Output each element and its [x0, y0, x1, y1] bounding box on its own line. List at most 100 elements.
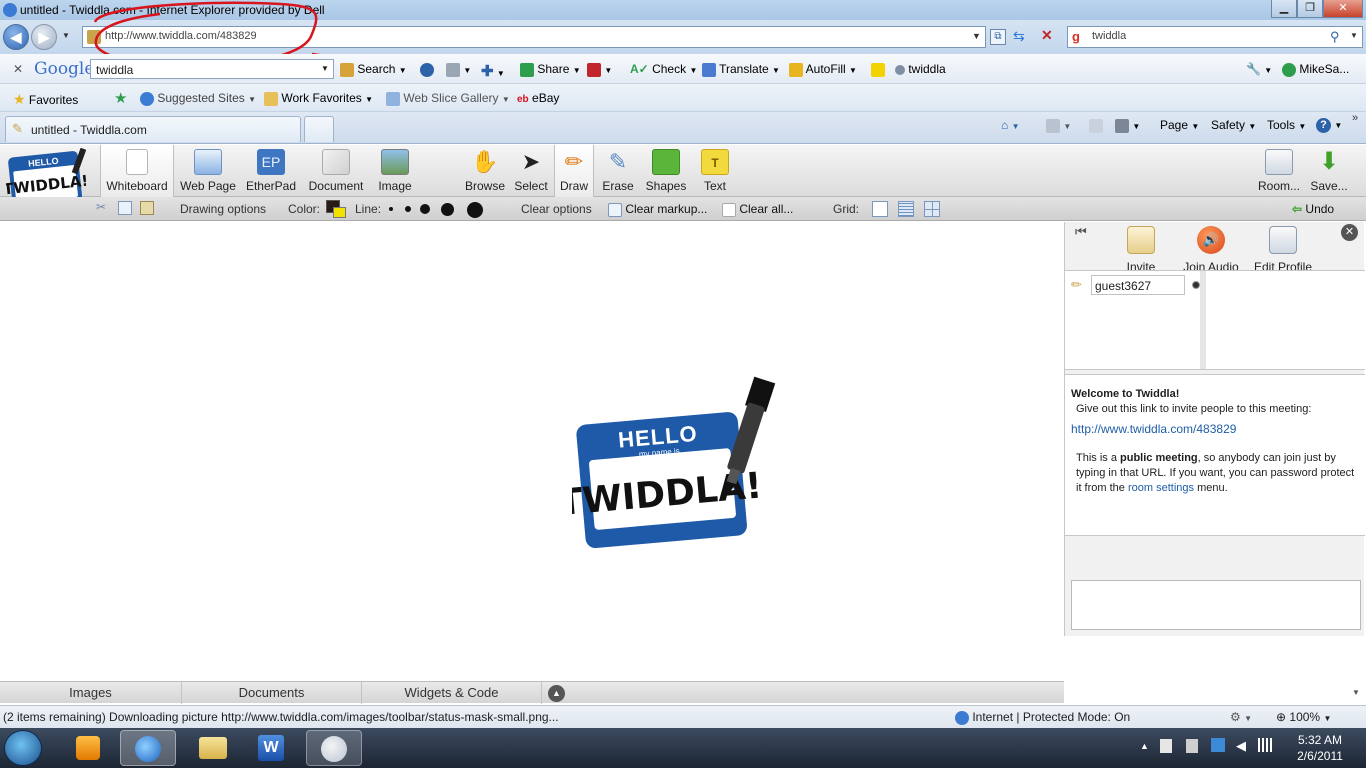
device-icon[interactable]: [1186, 739, 1198, 753]
plus-button[interactable]: ✚ ▼: [481, 62, 505, 80]
close-panel-icon[interactable]: ✕: [1341, 224, 1358, 241]
restore-button[interactable]: ❐: [1297, 0, 1323, 18]
recent-pages-dropdown-icon[interactable]: ▼: [62, 31, 70, 40]
edit-profile-button[interactable]: Edit Profile: [1251, 226, 1315, 274]
taskbar-media-player[interactable]: [60, 730, 116, 766]
line-width-1[interactable]: [389, 207, 393, 211]
zoom-control[interactable]: ⊕ 100% ▼: [1276, 710, 1331, 724]
google-search-button[interactable]: Search ▼: [340, 62, 407, 77]
taskbar-word[interactable]: W: [244, 730, 300, 766]
address-dropdown-icon[interactable]: ▼: [972, 31, 981, 41]
clear-all-button[interactable]: Clear all...: [722, 202, 793, 217]
collapse-panel-icon[interactable]: ⏮: [1075, 224, 1087, 240]
taskbar-internet-explorer[interactable]: [120, 730, 176, 766]
search-icon[interactable]: ⚲: [1330, 29, 1340, 45]
cut-icon[interactable]: ✂: [96, 200, 106, 214]
image-mode-button[interactable]: Image: [370, 145, 420, 197]
save-button[interactable]: ⬇ Save...: [1306, 145, 1352, 197]
fav-suggested-sites[interactable]: Suggested Sites ▼: [140, 91, 256, 106]
close-window-button[interactable]: ✕: [1323, 0, 1363, 18]
line-width-2[interactable]: [405, 206, 411, 212]
read-mail-button[interactable]: [1089, 118, 1103, 133]
check-button[interactable]: A✓ Check ▼: [630, 62, 697, 76]
google-search-dropdown-icon[interactable]: ▼: [321, 64, 329, 73]
taskbar-paint[interactable]: [306, 730, 362, 766]
line-width-5[interactable]: [467, 202, 483, 218]
grid-coarse-icon[interactable]: [924, 201, 940, 217]
undo-button[interactable]: ⇦ Undo: [1292, 202, 1334, 216]
highlight-button[interactable]: [871, 62, 885, 77]
start-button[interactable]: [4, 730, 42, 766]
tools-menu[interactable]: Tools ▼: [1267, 118, 1306, 132]
show-hidden-icons[interactable]: ▲: [1140, 741, 1149, 751]
copy-icon[interactable]: [118, 201, 132, 215]
news-button[interactable]: ▼: [446, 62, 471, 77]
block-popups-button[interactable]: ▼: [587, 62, 612, 77]
document-mode-button[interactable]: Document: [304, 145, 368, 197]
autofill-button[interactable]: AutoFill ▼: [789, 62, 857, 77]
grid-fine-icon[interactable]: [898, 201, 914, 217]
whiteboard-mode-button[interactable]: Whiteboard: [100, 145, 174, 197]
globe-button[interactable]: [420, 62, 434, 77]
page-scrollbar[interactable]: ▼: [1350, 636, 1364, 704]
paste-icon[interactable]: [140, 201, 154, 215]
translate-button[interactable]: Translate ▼: [702, 62, 780, 77]
refresh-icon[interactable]: ⇆: [1013, 28, 1025, 45]
close-toolbar-button[interactable]: ✕: [13, 62, 23, 76]
search-options-dropdown-icon[interactable]: ▼: [1350, 31, 1358, 40]
color-picker-swatch[interactable]: [326, 200, 346, 218]
erase-tool-button[interactable]: ✎ Erase: [598, 145, 638, 197]
safety-menu[interactable]: Safety ▼: [1211, 118, 1256, 132]
whiteboard-canvas[interactable]: HELLO my name is TWIDDLA!: [0, 222, 1064, 680]
search-box[interactable]: g twiddla ⚲ ▼: [1067, 26, 1363, 48]
room-settings-button[interactable]: Room...: [1254, 145, 1304, 197]
invite-button[interactable]: Invite: [1117, 226, 1165, 274]
fav-work-favorites[interactable]: Work Favorites ▼: [264, 91, 373, 106]
room-settings-link[interactable]: room settings: [1128, 482, 1194, 494]
shapes-tool-button[interactable]: Shapes: [644, 145, 688, 197]
minimize-button[interactable]: ▁: [1271, 0, 1297, 18]
fav-ebay[interactable]: eb eBay: [517, 91, 559, 105]
volume-icon[interactable]: ◀: [1236, 738, 1246, 754]
etherpad-mode-button[interactable]: EP EtherPad: [242, 145, 300, 197]
guest-name-input[interactable]: guest3627: [1091, 275, 1185, 295]
dropbox-icon[interactable]: [1211, 738, 1225, 752]
browse-tool-button[interactable]: ✋ Browse: [462, 145, 508, 197]
security-zone[interactable]: Internet | Protected Mode: On: [955, 710, 1130, 725]
tab-images[interactable]: Images: [0, 682, 182, 704]
fav-web-slice-gallery[interactable]: Web Slice Gallery ▼: [386, 91, 510, 106]
account-button[interactable]: MikeSa...: [1282, 62, 1349, 77]
tab-widgets-code[interactable]: Widgets & Code: [362, 682, 542, 704]
web-page-mode-button[interactable]: Web Page: [176, 145, 240, 197]
favorites-button[interactable]: ★ Favorites: [13, 91, 78, 108]
twiddla-bookmark-button[interactable]: twiddla: [895, 62, 946, 76]
line-width-4[interactable]: [441, 203, 454, 216]
text-tool-button[interactable]: T Text: [694, 145, 736, 197]
home-button[interactable]: ⌂ ▼: [1001, 118, 1020, 132]
network-signal-icon[interactable]: [1258, 738, 1274, 752]
new-tab-button[interactable]: [304, 116, 334, 142]
taskbar-explorer[interactable]: [185, 730, 241, 766]
more-commands-icon[interactable]: »: [1352, 112, 1358, 124]
meeting-link[interactable]: http://www.twiddla.com/483829: [1071, 422, 1359, 437]
toolbar-settings-button[interactable]: 🔧 ▼: [1246, 62, 1272, 76]
stop-icon[interactable]: ✕: [1041, 27, 1053, 44]
protected-mode-button[interactable]: ⚙ ▼: [1230, 710, 1252, 724]
draw-tool-button[interactable]: ✏ Draw: [554, 145, 594, 197]
grid-none-icon[interactable]: [872, 201, 888, 217]
compatibility-view-icon[interactable]: ⧉: [990, 29, 1006, 45]
action-center-icon[interactable]: [1160, 739, 1172, 753]
clear-markup-button[interactable]: Clear markup...: [608, 202, 707, 217]
forward-button[interactable]: ▶: [31, 24, 57, 50]
line-width-3[interactable]: [420, 204, 430, 214]
help-button[interactable]: ? ▼: [1316, 117, 1342, 133]
print-button[interactable]: ▼: [1115, 118, 1140, 133]
google-search-input[interactable]: twiddla ▼: [90, 59, 334, 79]
chat-input[interactable]: [1071, 580, 1361, 630]
tab-twiddla[interactable]: ✎ untitled - Twiddla.com: [5, 116, 301, 142]
select-tool-button[interactable]: ➤ Select: [510, 145, 552, 197]
share-button[interactable]: Share ▼: [520, 62, 581, 77]
tab-documents[interactable]: Documents: [182, 682, 362, 704]
page-menu[interactable]: Page ▼: [1160, 118, 1199, 132]
scroll-down-icon[interactable]: ▼: [1352, 688, 1360, 697]
